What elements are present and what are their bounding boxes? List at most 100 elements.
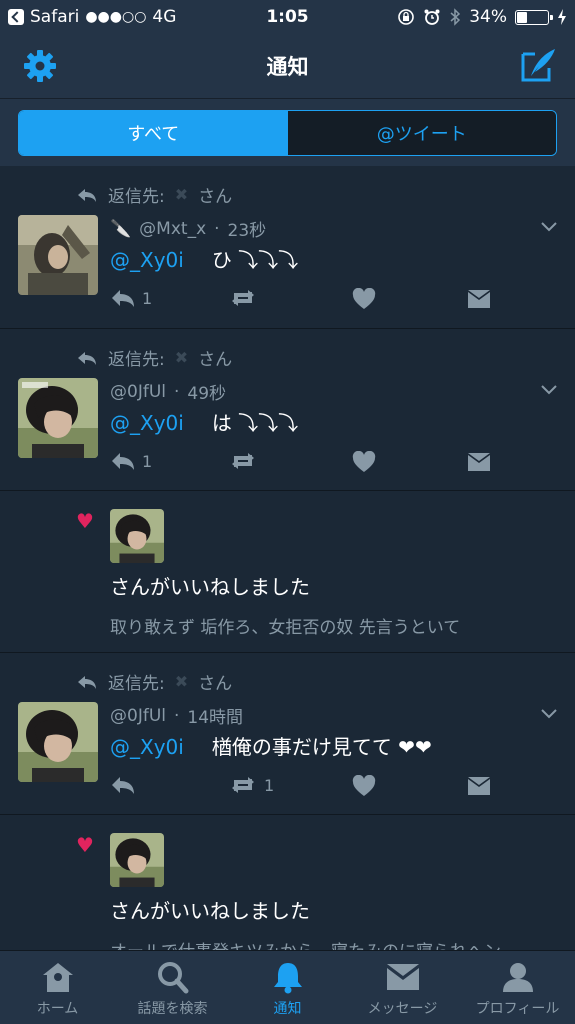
reply-notification[interactable]: 返信先: ✖ さん @0JfUl · 49秒 @_Xy0i は ⤵︎⤵︎⤵︎ 1 bbox=[0, 329, 575, 491]
user-handle[interactable]: @0JfUl bbox=[110, 706, 166, 726]
tab-label-search: 話題を検索 bbox=[137, 1001, 208, 1017]
search-icon bbox=[157, 962, 188, 994]
person-icon bbox=[502, 963, 533, 992]
knife-emoji-icon: 🔪 bbox=[110, 218, 132, 239]
filter-bar: すべて @ツイート bbox=[0, 98, 575, 166]
tweet-time: 14時間 bbox=[187, 708, 244, 728]
reply-context-icon bbox=[78, 351, 96, 365]
envelope-icon bbox=[468, 453, 490, 471]
liker-avatar[interactable] bbox=[110, 509, 164, 563]
bell-icon bbox=[273, 963, 302, 994]
chevron-down-icon[interactable] bbox=[541, 709, 557, 719]
reply-prefix: 返信先: bbox=[108, 187, 165, 207]
retweet-button[interactable]: 1 bbox=[228, 775, 274, 795]
avatar-photo bbox=[110, 509, 164, 563]
mention-link[interactable]: @_Xy0i bbox=[110, 411, 184, 435]
page-title: 通知 bbox=[266, 55, 309, 79]
reply-prefix: 返信先: bbox=[108, 674, 165, 694]
heart-icon bbox=[352, 451, 376, 472]
tweet-body: は ⤵︎⤵︎⤵︎ bbox=[211, 411, 299, 435]
like-title: さんがいいねしました bbox=[110, 575, 310, 599]
avatar[interactable] bbox=[18, 702, 98, 782]
tweet-actions: 1 bbox=[110, 451, 500, 475]
heart-icon bbox=[352, 775, 376, 796]
reply-button[interactable] bbox=[110, 775, 142, 795]
battery-icon bbox=[515, 9, 553, 25]
reply-suffix: さん bbox=[198, 674, 233, 694]
segment-mentions[interactable]: @ツイート bbox=[287, 111, 556, 155]
mention-link[interactable]: @_Xy0i bbox=[110, 248, 184, 272]
tab-messages[interactable]: メッセージ bbox=[345, 951, 460, 1024]
blocked-user-mark-icon: ✖ bbox=[174, 185, 189, 204]
tab-search[interactable]: 話題を検索 bbox=[115, 951, 230, 1024]
like-notification[interactable]: ♥ さんがいいねしました オールで仕事発キツみから、寝たみのに寝られへン bbox=[0, 815, 575, 950]
avatar[interactable] bbox=[18, 378, 98, 458]
nav-bar: 通知 bbox=[0, 34, 575, 98]
blocked-user-mark-icon: ✖ bbox=[174, 672, 189, 691]
reply-button[interactable]: 1 bbox=[110, 288, 152, 308]
liker-avatar[interactable] bbox=[110, 833, 164, 887]
chevron-down-icon[interactable] bbox=[541, 222, 557, 232]
tweet-time: 23秒 bbox=[227, 221, 267, 241]
reply-icon bbox=[112, 777, 134, 794]
like-notification[interactable]: ♥ さんがいいねしました 取り敢えず 垢作ろ、女拒否の奴 先言うといて bbox=[0, 491, 575, 653]
liked-tweet-preview[interactable]: オールで仕事発キツみから、寝たみのに寝られへン bbox=[110, 937, 501, 950]
reply-context: 返信先: ✖ さん bbox=[76, 345, 232, 370]
compose-tweet-icon[interactable] bbox=[519, 46, 557, 84]
status-bar: Safari ●●●○○ 4G 1:05 34% bbox=[0, 0, 575, 34]
reply-count: 1 bbox=[142, 288, 153, 308]
reply-prefix: 返信先: bbox=[108, 350, 165, 370]
liked-heart-icon: ♥ bbox=[76, 509, 94, 533]
tweet-meta: @0JfUl · 49秒 bbox=[110, 379, 227, 405]
envelope-icon bbox=[468, 290, 490, 308]
liked-tweet-preview[interactable]: 取り敢えず 垢作ろ、女拒否の奴 先言うといて bbox=[110, 613, 460, 638]
avatar-photo bbox=[18, 702, 98, 782]
direct-message-button[interactable] bbox=[466, 775, 492, 797]
mention-link[interactable]: @_Xy0i bbox=[110, 735, 184, 759]
reply-icon bbox=[112, 290, 134, 307]
envelope-icon bbox=[386, 964, 419, 990]
reply-notification[interactable]: 返信先: ✖ さん 🔪 @Mxt_x · 23秒 @_Xy0i ひ ⤵︎⤵︎⤵︎ bbox=[0, 166, 575, 329]
heart-icon bbox=[352, 288, 376, 309]
tab-notifications[interactable]: 通知 bbox=[230, 951, 345, 1024]
tweet-actions: 1 bbox=[110, 775, 500, 799]
user-handle[interactable]: @0JfUl bbox=[110, 382, 166, 402]
tweet-time: 49秒 bbox=[187, 384, 227, 404]
retweet-count: 1 bbox=[264, 775, 275, 795]
charging-bolt-icon bbox=[558, 9, 566, 25]
user-handle[interactable]: @Mxt_x bbox=[139, 219, 206, 239]
tab-bar: ホーム 話題を検索 通知 メッセージ プロフィール bbox=[0, 950, 575, 1024]
like-button[interactable] bbox=[352, 288, 376, 310]
retweet-icon bbox=[232, 290, 254, 306]
reply-context: 返信先: ✖ さん bbox=[76, 182, 232, 207]
tab-home[interactable]: ホーム bbox=[0, 951, 115, 1024]
network-type: 4G bbox=[152, 7, 177, 27]
avatar[interactable] bbox=[18, 215, 98, 295]
segment-all[interactable]: すべて bbox=[19, 111, 288, 155]
back-app-label[interactable]: Safari bbox=[30, 7, 79, 27]
alarm-icon bbox=[424, 9, 440, 25]
liked-heart-icon: ♥ bbox=[76, 833, 94, 857]
back-to-app-icon[interactable] bbox=[8, 9, 24, 25]
retweet-icon bbox=[232, 777, 254, 793]
direct-message-button[interactable] bbox=[466, 451, 492, 473]
like-button[interactable] bbox=[352, 775, 376, 797]
tab-profile[interactable]: プロフィール bbox=[460, 951, 575, 1024]
settings-gear-icon[interactable] bbox=[22, 48, 58, 84]
tweet-text: @_Xy0i ひ ⤵︎⤵︎⤵︎ bbox=[110, 244, 298, 273]
reply-notification[interactable]: 返信先: ✖ さん @0JfUl · 14時間 @_Xy0i 楢俺の事だけ見てて … bbox=[0, 653, 575, 815]
notification-list: 返信先: ✖ さん 🔪 @Mxt_x · 23秒 @_Xy0i ひ ⤵︎⤵︎⤵︎ bbox=[0, 166, 575, 950]
direct-message-button[interactable] bbox=[466, 288, 492, 310]
reply-context-icon bbox=[78, 675, 96, 689]
reply-count: 1 bbox=[142, 451, 153, 471]
like-button[interactable] bbox=[352, 451, 376, 473]
tweet-text: @_Xy0i は ⤵︎⤵︎⤵︎ bbox=[110, 407, 298, 436]
reply-icon bbox=[112, 453, 134, 470]
retweet-button[interactable] bbox=[228, 288, 264, 308]
retweet-button[interactable] bbox=[228, 451, 264, 471]
reply-context-icon bbox=[78, 188, 96, 202]
reply-button[interactable]: 1 bbox=[110, 451, 152, 471]
blocked-user-mark-icon: ✖ bbox=[174, 348, 189, 367]
retweet-icon bbox=[232, 453, 254, 469]
chevron-down-icon[interactable] bbox=[541, 385, 557, 395]
